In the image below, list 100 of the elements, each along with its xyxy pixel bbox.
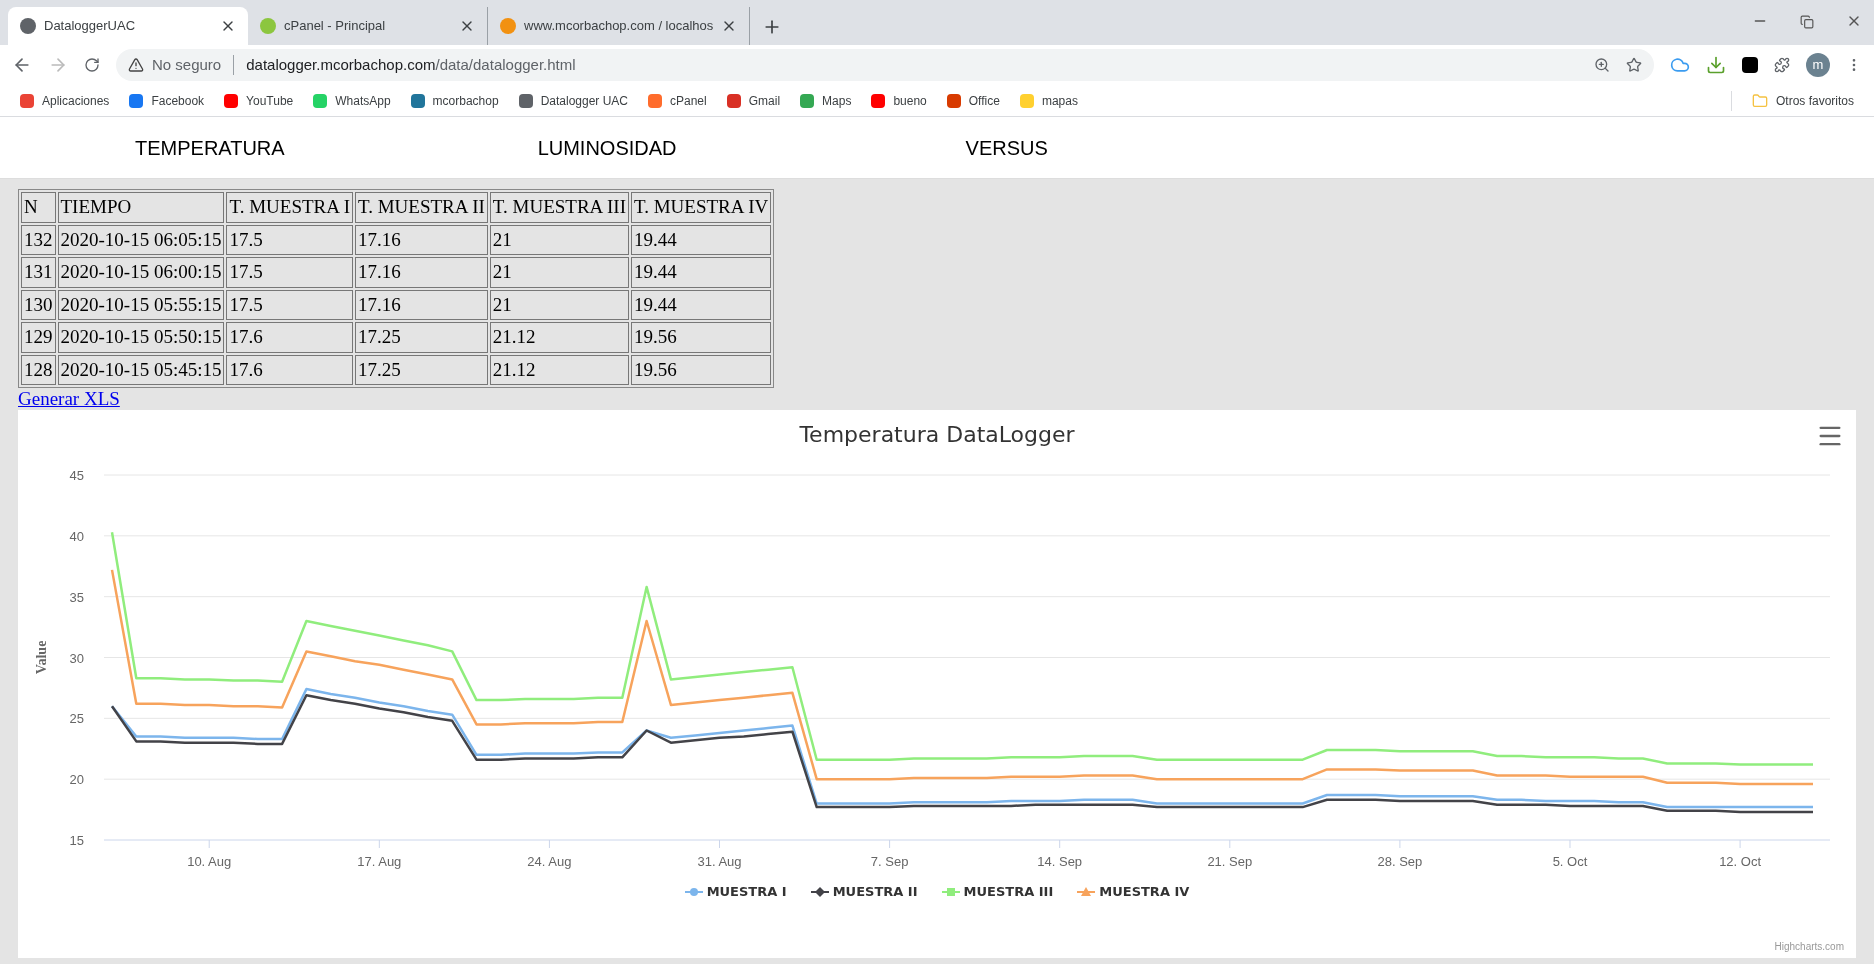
bookmark-label: YouTube bbox=[246, 92, 294, 110]
bookmark-label: cPanel bbox=[670, 92, 707, 110]
bookmark-label: mcorbachop bbox=[432, 92, 499, 110]
table-cell: 19.56 bbox=[631, 322, 772, 353]
bookmark-label: Facebook bbox=[151, 92, 205, 110]
y-tick-label: 25 bbox=[69, 711, 84, 727]
table-cell: 17.5 bbox=[226, 289, 353, 320]
bookmark[interactable]: Maps bbox=[800, 91, 852, 110]
bookmark[interactable]: bueno bbox=[871, 91, 927, 110]
y-tick-label: 20 bbox=[69, 772, 84, 788]
legend-marker-icon bbox=[941, 885, 960, 898]
legend-marker-icon bbox=[810, 885, 829, 898]
x-tick-label: 14. Sep bbox=[1037, 854, 1083, 869]
table-cell: 19.56 bbox=[631, 354, 772, 385]
table-cell: 131 bbox=[21, 257, 56, 288]
column-header: T. MUESTRA II bbox=[355, 192, 488, 223]
bookmark[interactable]: mcorbachop bbox=[410, 91, 499, 110]
cloud-icon[interactable] bbox=[1670, 55, 1690, 75]
x-tick-label: 24. Aug bbox=[527, 854, 572, 869]
nav-link[interactable]: LUMINOSIDAD bbox=[537, 132, 677, 163]
address-bar[interactable]: No seguro datalogger.mcorbachop.com/data/datalogger.html bbox=[116, 49, 1654, 81]
column-header: T. MUESTRA III bbox=[489, 192, 629, 223]
browser-tab[interactable]: DataloggerUAC bbox=[8, 7, 248, 45]
x-tick-label: 10. Aug bbox=[187, 854, 232, 869]
star-icon[interactable] bbox=[1626, 57, 1642, 73]
legend-item[interactable]: MUESTRA II bbox=[810, 882, 918, 902]
xls-link[interactable]: Generar XLS bbox=[18, 388, 120, 410]
column-header: T. MUESTRA I bbox=[226, 192, 353, 223]
folder-icon bbox=[1751, 92, 1768, 109]
table-cell: 130 bbox=[21, 289, 56, 320]
url-host: datalogger.mcorbachop.com bbox=[246, 54, 436, 75]
table-cell: 2020-10-15 05:45:15 bbox=[57, 354, 225, 385]
chart-title: Temperatura DataLogger bbox=[799, 421, 1075, 449]
table-cell: 129 bbox=[21, 322, 56, 353]
bookmark-label: Gmail bbox=[748, 92, 781, 110]
tab-title: DataloggerUAC bbox=[44, 17, 137, 36]
bookmark[interactable]: mapas bbox=[1019, 91, 1078, 110]
bookmark-label: Maps bbox=[822, 92, 852, 110]
warning-icon bbox=[128, 57, 144, 73]
table-cell: 17.16 bbox=[355, 224, 488, 255]
bookmark-label: Aplicaciones bbox=[42, 92, 110, 110]
reload-icon[interactable] bbox=[84, 57, 100, 73]
nav-link[interactable]: TEMPERATURA bbox=[135, 132, 285, 163]
legend-marker-icon bbox=[1077, 885, 1096, 898]
bookmark[interactable]: YouTube bbox=[224, 91, 294, 110]
bookmark[interactable]: Aplicaciones bbox=[20, 91, 110, 110]
column-header: TIEMPO bbox=[57, 192, 225, 223]
x-tick-label: 7. Sep bbox=[870, 854, 909, 869]
url-path: /data/datalogger.html bbox=[435, 54, 576, 75]
column-header: N bbox=[21, 192, 56, 223]
table-cell: 2020-10-15 06:05:15 bbox=[57, 224, 225, 255]
table-cell: 21 bbox=[489, 224, 629, 255]
table-cell: 21 bbox=[489, 257, 629, 288]
y-tick-label: 35 bbox=[69, 589, 84, 605]
bookmark[interactable]: Gmail bbox=[726, 91, 781, 110]
puzzle-icon[interactable] bbox=[1774, 57, 1790, 73]
bookmark[interactable]: Facebook bbox=[129, 91, 205, 110]
bookmark[interactable]: Office bbox=[946, 91, 1000, 110]
x-tick-label: 5. Oct bbox=[1552, 854, 1588, 869]
table-cell: 17.5 bbox=[226, 224, 353, 255]
legend-item[interactable]: MUESTRA I bbox=[684, 882, 787, 902]
x-tick-label: 31. Aug bbox=[697, 854, 742, 869]
legend-item[interactable]: MUESTRA III bbox=[941, 882, 1054, 902]
bookmark[interactable]: cPanel bbox=[648, 91, 707, 110]
bookmark[interactable]: Datalogger UAC bbox=[518, 91, 628, 110]
bookmark-label: Office bbox=[968, 92, 1000, 110]
table-cell: 132 bbox=[21, 224, 56, 255]
legend-item[interactable]: MUESTRA IV bbox=[1077, 882, 1190, 902]
table-cell: 17.25 bbox=[355, 322, 488, 353]
x-tick-label: 12. Oct bbox=[1719, 854, 1762, 869]
bookmark-label: WhatsApp bbox=[335, 92, 391, 110]
bookmark-label: bueno bbox=[893, 92, 927, 110]
bookmark[interactable]: WhatsApp bbox=[313, 91, 391, 110]
table-cell: 17.5 bbox=[226, 257, 353, 288]
nav-link[interactable]: VERSUS bbox=[965, 132, 1048, 163]
bookmark-folder[interactable]: Otros favoritos bbox=[1751, 91, 1854, 110]
tab-title: www.mcorbachop.com / localhos bbox=[524, 17, 714, 36]
zoom-icon[interactable] bbox=[1594, 57, 1610, 73]
table-cell: 19.44 bbox=[631, 224, 772, 255]
table-cell: 19.44 bbox=[631, 257, 772, 288]
bookmark-label: Datalogger UAC bbox=[540, 92, 628, 110]
table-cell: 21 bbox=[489, 289, 629, 320]
profile-avatar[interactable]: m bbox=[1806, 53, 1830, 77]
table-cell: 2020-10-15 06:00:15 bbox=[57, 257, 225, 288]
y-tick-label: 45 bbox=[69, 468, 84, 483]
table-cell: 2020-10-15 05:55:15 bbox=[57, 289, 225, 320]
restore-icon[interactable] bbox=[1800, 15, 1814, 29]
table-cell: 2020-10-15 05:50:15 bbox=[57, 322, 225, 353]
security-label: No seguro bbox=[152, 54, 222, 75]
y-tick-label: 15 bbox=[69, 833, 84, 848]
x-tick-label: 21. Sep bbox=[1207, 854, 1253, 869]
table-cell: 128 bbox=[21, 354, 56, 385]
x-tick-label: 28. Sep bbox=[1377, 854, 1423, 869]
legend-marker-icon bbox=[684, 885, 703, 898]
download-icon[interactable] bbox=[1706, 55, 1726, 75]
bookmark-label: mapas bbox=[1041, 92, 1078, 110]
y-tick-label: 40 bbox=[69, 528, 84, 544]
table-cell: 17.16 bbox=[355, 257, 488, 288]
table-cell: 17.6 bbox=[226, 354, 353, 385]
folder-label: Otros favoritos bbox=[1775, 92, 1854, 110]
